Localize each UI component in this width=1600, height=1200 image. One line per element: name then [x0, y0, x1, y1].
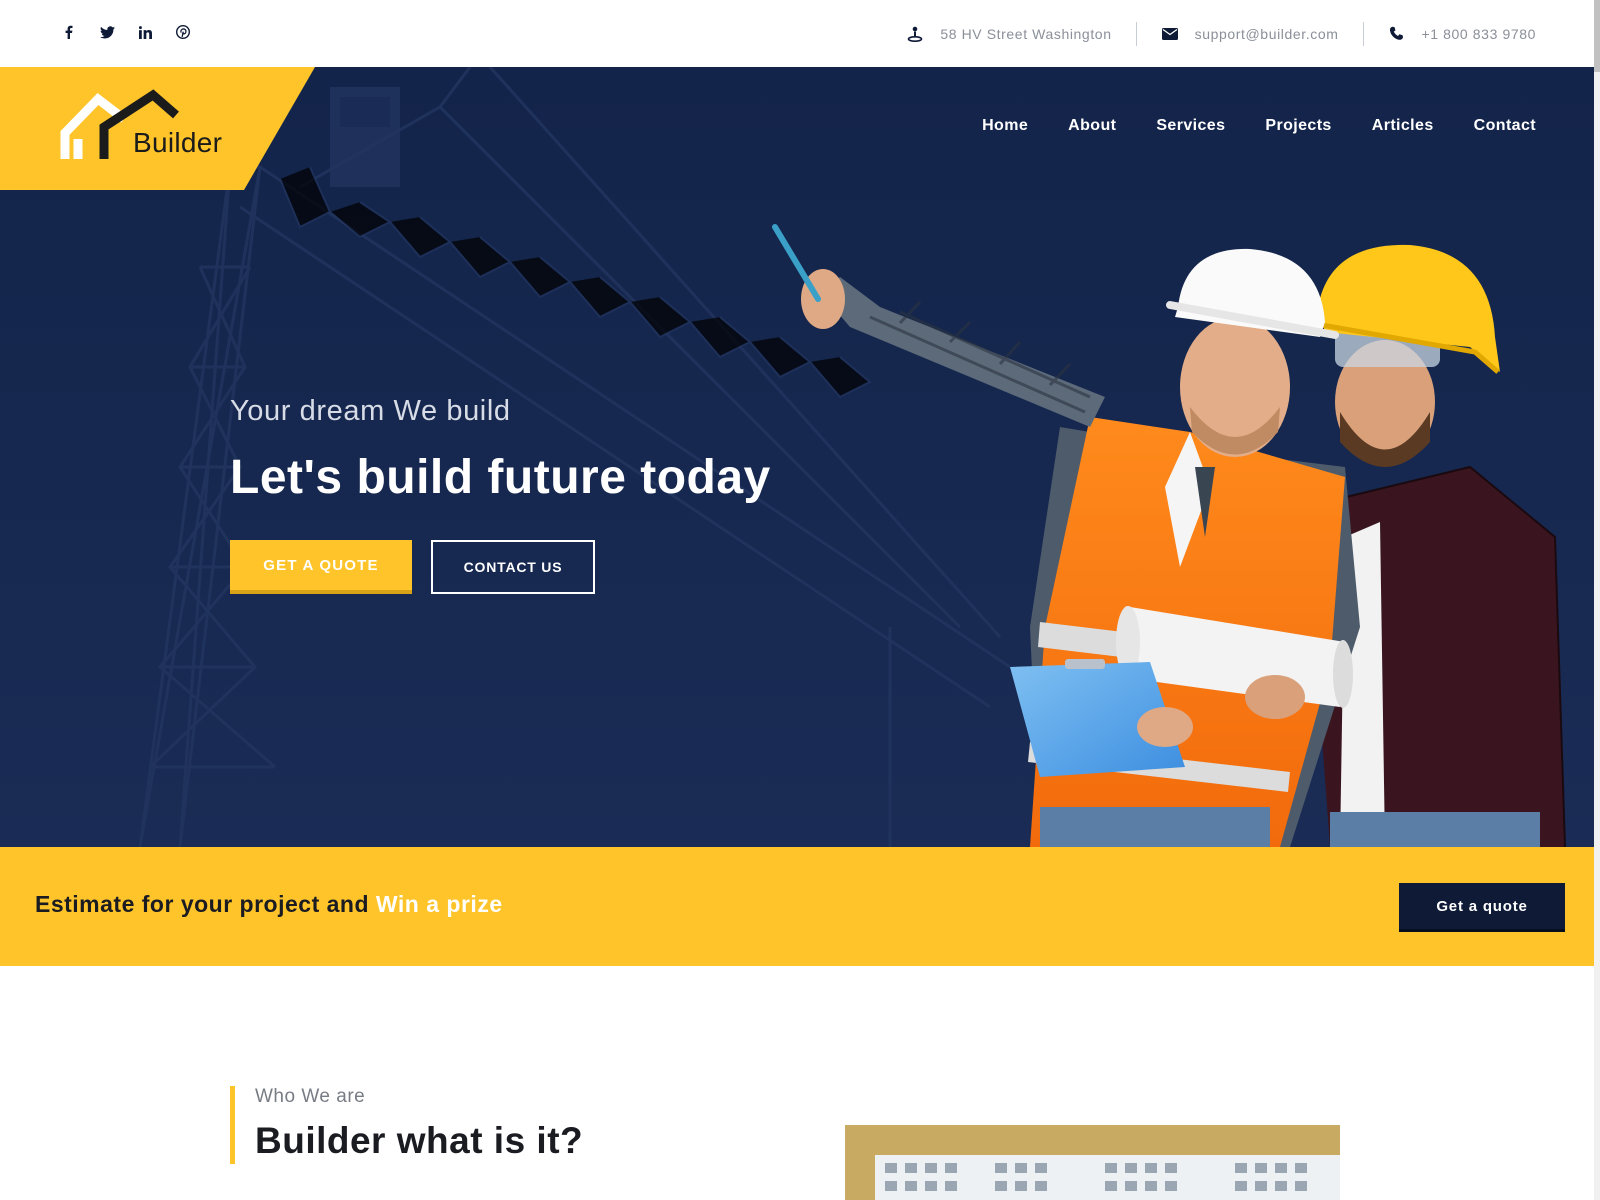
social-links — [60, 22, 192, 42]
get-a-quote-button[interactable]: GET A QUOTE — [230, 540, 412, 594]
cta-get-a-quote-button[interactable]: Get a quote — [1399, 883, 1565, 932]
phone-item[interactable]: +1 800 833 9780 — [1362, 21, 1537, 46]
contact-us-button[interactable]: CONTACT US — [431, 540, 595, 594]
nav-projects[interactable]: Projects — [1265, 117, 1331, 135]
email-item[interactable]: support@builder.com — [1135, 21, 1363, 46]
cta-text-highlight: Win a prize — [375, 891, 503, 917]
nav-contact[interactable]: Contact — [1474, 117, 1536, 135]
twitter-icon[interactable] — [98, 22, 116, 42]
top-bar: 58 HV Street Washington support@builder.… — [0, 0, 1600, 67]
about-section: Who We are Builder what is it? — [0, 966, 1600, 1200]
hero-title: Let's build future today — [230, 451, 771, 504]
nav-about[interactable]: About — [1068, 117, 1116, 135]
nav-home[interactable]: Home — [982, 117, 1028, 135]
about-accent-bar — [230, 1086, 235, 1164]
about-title: Builder what is it? — [255, 1120, 584, 1161]
linkedin-icon[interactable] — [136, 22, 154, 42]
nav-services[interactable]: Services — [1156, 117, 1225, 135]
address-text: 58 HV Street Washington — [940, 25, 1112, 42]
address-item: 58 HV Street Washington — [882, 22, 1135, 46]
building-image — [845, 1125, 1340, 1200]
hero-subtitle: Your dream We build — [230, 395, 511, 427]
phone-icon — [1388, 26, 1406, 42]
pinterest-icon[interactable] — [174, 22, 192, 42]
about-eyebrow: Who We are — [255, 1086, 366, 1107]
envelope-icon — [1161, 26, 1179, 42]
page-scrollbar[interactable] — [1594, 0, 1600, 1200]
scrollbar-thumb[interactable] — [1594, 0, 1600, 72]
cta-text: Estimate for your project and Win a priz… — [35, 891, 503, 918]
map-pin-icon — [906, 26, 924, 42]
nav-articles[interactable]: Articles — [1372, 117, 1434, 135]
hero-section: Builder Home About Services Projects Art… — [0, 67, 1600, 847]
cta-text-main: Estimate for your project and — [35, 891, 376, 917]
email-text[interactable]: support@builder.com — [1195, 26, 1339, 42]
facebook-icon[interactable] — [60, 22, 78, 42]
main-nav: Home About Services Projects Articles Co… — [982, 117, 1536, 135]
cta-band: Estimate for your project and Win a priz… — [0, 847, 1600, 966]
logo[interactable]: Builder — [0, 67, 320, 190]
phone-text[interactable]: +1 800 833 9780 — [1422, 26, 1537, 42]
logo-text: Builder — [133, 127, 223, 158]
contact-info: 58 HV Street Washington support@builder.… — [882, 0, 1536, 67]
